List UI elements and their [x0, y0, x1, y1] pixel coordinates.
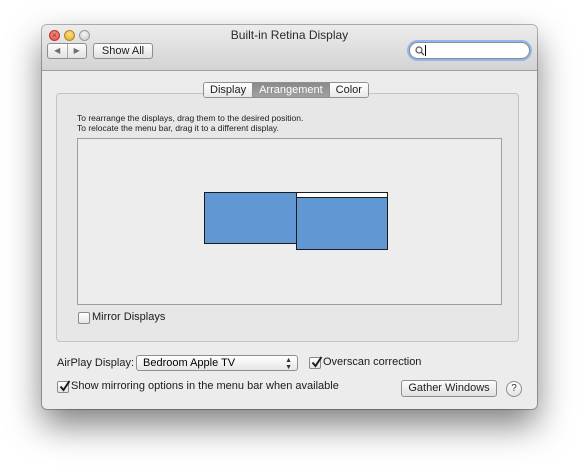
menu-bar-indicator[interactable] [297, 193, 387, 198]
overscan-correction-label: Overscan correction [323, 356, 422, 368]
airplay-display-label: AirPlay Display: [57, 357, 135, 369]
back-button[interactable]: ◀ [48, 44, 67, 58]
mirror-displays-label: Mirror Displays [92, 311, 166, 323]
tab-display[interactable]: Display [204, 83, 253, 97]
search-icon [415, 46, 425, 56]
instruction-line-menu-bar: To relocate the menu bar, drag it to a d… [77, 123, 279, 133]
tab-arrangement[interactable]: Arrangement [252, 83, 329, 97]
title-bar[interactable]: × Built-in Retina Display ◀ ▶ Show All [42, 25, 537, 71]
mirror-displays-checkbox[interactable] [78, 312, 90, 324]
forward-button[interactable]: ▶ [66, 44, 87, 58]
instruction-line-rearrange: To rearrange the displays, drag them to … [77, 113, 304, 123]
show-mirroring-checkbox[interactable] [57, 380, 71, 393]
tab-bar: Display Arrangement Color [203, 82, 369, 98]
preferences-window: × Built-in Retina Display ◀ ▶ Show All D… [42, 25, 537, 409]
back-arrow-icon: ◀ [54, 46, 61, 55]
show-all-button[interactable]: Show All [93, 43, 153, 59]
airplay-display-value: Bedroom Apple TV [143, 357, 236, 369]
search-input[interactable] [428, 43, 524, 58]
show-mirroring-label: Show mirroring options in the menu bar w… [71, 380, 339, 392]
main-display[interactable] [296, 192, 388, 250]
display-arrangement-area [77, 138, 502, 305]
text-caret [425, 45, 426, 56]
overscan-correction-checkbox[interactable] [309, 356, 323, 369]
checkmark-icon [311, 356, 323, 368]
gather-windows-button[interactable]: Gather Windows [401, 380, 497, 397]
airplay-display-popup[interactable]: Bedroom Apple TV ▲ ▼ [136, 355, 298, 371]
help-button[interactable]: ? [506, 381, 522, 397]
popup-arrows-icon: ▲ ▼ [285, 357, 292, 371]
tab-color[interactable]: Color [328, 83, 368, 97]
arrangement-instructions: To rearrange the displays, drag them to … [77, 113, 303, 133]
checkmark-icon [59, 380, 71, 392]
secondary-display[interactable] [204, 192, 297, 244]
search-field[interactable] [409, 42, 530, 59]
window-title: Built-in Retina Display [230, 28, 349, 42]
navigation-buttons: ◀ ▶ [47, 43, 87, 59]
help-icon: ? [511, 383, 517, 394]
forward-arrow-icon: ▶ [73, 46, 80, 55]
